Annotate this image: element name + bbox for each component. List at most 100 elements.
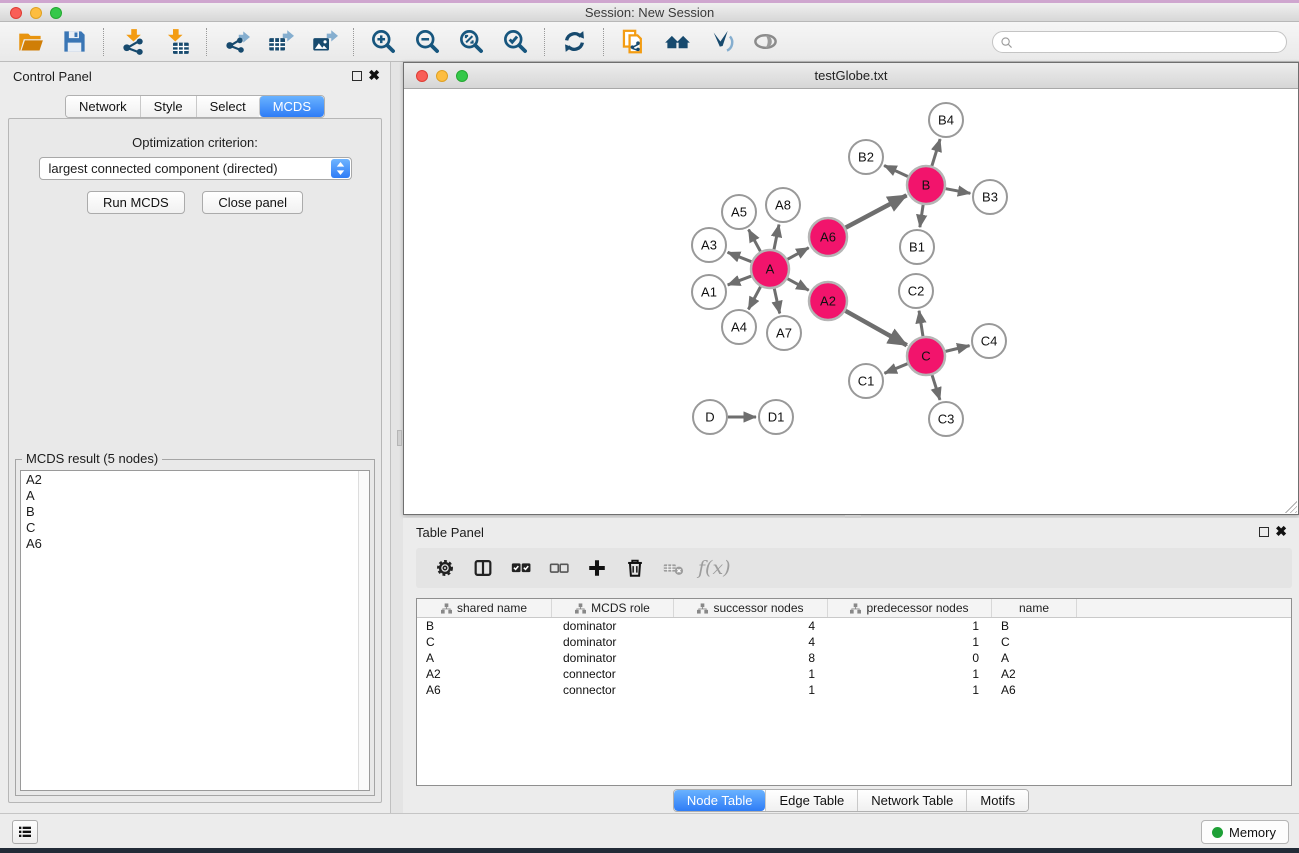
mcds-buttons-row: Run MCDS Close panel [9, 191, 381, 214]
graph-edge[interactable] [748, 287, 760, 310]
search-input[interactable] [1017, 33, 1277, 51]
table-panel-title: Table Panel [416, 525, 484, 540]
main-titlebar: Session: New Session [0, 3, 1299, 22]
import-table-icon [164, 28, 191, 55]
refresh-button[interactable] [552, 25, 596, 59]
resize-grip[interactable] [1285, 501, 1297, 513]
list-item[interactable]: A2 [21, 471, 369, 487]
graph-edge[interactable] [946, 189, 971, 194]
criterion-dropdown[interactable]: largest connected component (directed) [39, 157, 352, 180]
graph-edge[interactable] [774, 225, 779, 250]
search-field[interactable] [992, 31, 1287, 53]
show-view-button[interactable] [743, 25, 787, 59]
criterion-value: largest connected component (directed) [49, 161, 278, 176]
zoom-selected-button[interactable] [493, 25, 537, 59]
zoom-in-icon [370, 28, 397, 55]
export-table-button[interactable] [258, 25, 302, 59]
run-mcds-button[interactable]: Run MCDS [87, 191, 185, 214]
attribute-settings-button[interactable] [426, 552, 464, 584]
graph-edge[interactable] [788, 248, 809, 260]
column-header[interactable]: predecessor nodes [828, 599, 992, 617]
delete-table-button[interactable] [654, 552, 692, 584]
graph-edge[interactable] [728, 276, 752, 285]
list-item[interactable]: A [21, 487, 369, 503]
tab-mcds[interactable]: MCDS [259, 96, 324, 117]
tab-network-table[interactable]: Network Table [857, 790, 966, 811]
import-table-button[interactable] [155, 25, 199, 59]
chevron-up-down-icon [334, 161, 347, 176]
column-header[interactable]: name [992, 599, 1077, 617]
mcds-result-list[interactable]: A2 A B C A6 [20, 470, 370, 791]
column-layout-button[interactable] [464, 552, 502, 584]
table-row[interactable]: Bdominator41B [417, 618, 1291, 634]
import-network-button[interactable] [111, 25, 155, 59]
table-row[interactable]: A6connector11A6 [417, 682, 1291, 698]
zoom-out-button[interactable] [405, 25, 449, 59]
graph-edge[interactable] [846, 195, 907, 227]
column-header[interactable]: shared name [417, 599, 552, 617]
open-session-button[interactable] [8, 25, 52, 59]
float-panel-icon[interactable] [1259, 527, 1269, 537]
close-panel-button[interactable]: Close panel [202, 191, 303, 214]
graph-edge[interactable] [919, 311, 923, 336]
graph-edge[interactable] [932, 375, 940, 400]
table-row[interactable]: Adominator80A [417, 650, 1291, 666]
zoom-in-button[interactable] [361, 25, 405, 59]
export-image-button[interactable] [302, 25, 346, 59]
memory-button[interactable]: Memory [1201, 820, 1289, 844]
graph-edge[interactable] [932, 139, 940, 166]
network-canvas[interactable]: B4B2BB3A8A5A6A3B1AC2A1A2A4A7C4CC1C3DD1 [404, 89, 1298, 514]
dropdown-stepper[interactable] [331, 159, 350, 178]
close-panel-icon[interactable]: ✖ [368, 67, 380, 84]
function-builder-button[interactable]: f(x) [698, 557, 731, 579]
graph-edge[interactable] [845, 311, 906, 345]
deselect-all-rows-button[interactable] [540, 552, 578, 584]
list-item[interactable]: C [21, 519, 369, 535]
node-table[interactable]: shared name MCDS role successor nodes pr… [416, 598, 1292, 786]
graph-node-label: A2 [820, 294, 836, 309]
tab-network[interactable]: Network [66, 96, 140, 117]
add-row-button[interactable] [578, 552, 616, 584]
graph-edge[interactable] [884, 364, 907, 374]
graph-edge[interactable] [884, 165, 908, 176]
table-row[interactable]: Cdominator41C [417, 634, 1291, 650]
open-folder-icon [17, 28, 44, 55]
select-all-rows-button[interactable] [502, 552, 540, 584]
tab-edge-table[interactable]: Edge Table [765, 790, 857, 811]
list-item[interactable]: A6 [21, 535, 369, 551]
network-graph[interactable]: B4B2BB3A8A5A6A3B1AC2A1A2A4A7C4CC1C3DD1 [404, 89, 1298, 513]
tab-style[interactable]: Style [140, 96, 196, 117]
app-window: Session: New Session Control Panel [0, 0, 1299, 853]
export-network-button[interactable] [214, 25, 258, 59]
duplicate-network-button[interactable] [611, 25, 655, 59]
column-header[interactable]: MCDS role [552, 599, 674, 617]
scrollbar-track[interactable] [358, 471, 369, 790]
graph-edge[interactable] [774, 289, 779, 314]
graph-node-label: C3 [938, 412, 955, 427]
graph-edge[interactable] [945, 346, 969, 352]
delete-rows-button[interactable] [616, 552, 654, 584]
table-row[interactable]: A2connector11A2 [417, 666, 1291, 682]
zoom-fit-button[interactable] [449, 25, 493, 59]
table-body: Bdominator41B Cdominator41C Adominator80… [417, 618, 1291, 698]
graph-edge[interactable] [788, 279, 809, 291]
close-panel-icon[interactable]: ✖ [1275, 523, 1287, 540]
desktop-strip-bottom [0, 848, 1299, 853]
list-item[interactable]: B [21, 503, 369, 519]
task-history-button[interactable] [12, 820, 38, 844]
home-button[interactable] [655, 25, 699, 59]
graph-edge[interactable] [728, 252, 752, 261]
hide-preview-button[interactable] [699, 25, 743, 59]
tab-select[interactable]: Select [196, 96, 259, 117]
column-header[interactable]: successor nodes [674, 599, 828, 617]
graph-edge[interactable] [920, 205, 923, 227]
save-session-button[interactable] [52, 25, 96, 59]
splitter-handle-vertical[interactable] [397, 430, 402, 446]
graph-edge[interactable] [749, 230, 761, 252]
graph-node-label: A7 [776, 326, 792, 341]
tab-motifs[interactable]: Motifs [966, 790, 1028, 811]
toolbar-separator [544, 28, 545, 56]
toolbar-separator [603, 28, 604, 56]
float-panel-icon[interactable] [352, 71, 362, 81]
tab-node-table[interactable]: Node Table [674, 790, 766, 811]
